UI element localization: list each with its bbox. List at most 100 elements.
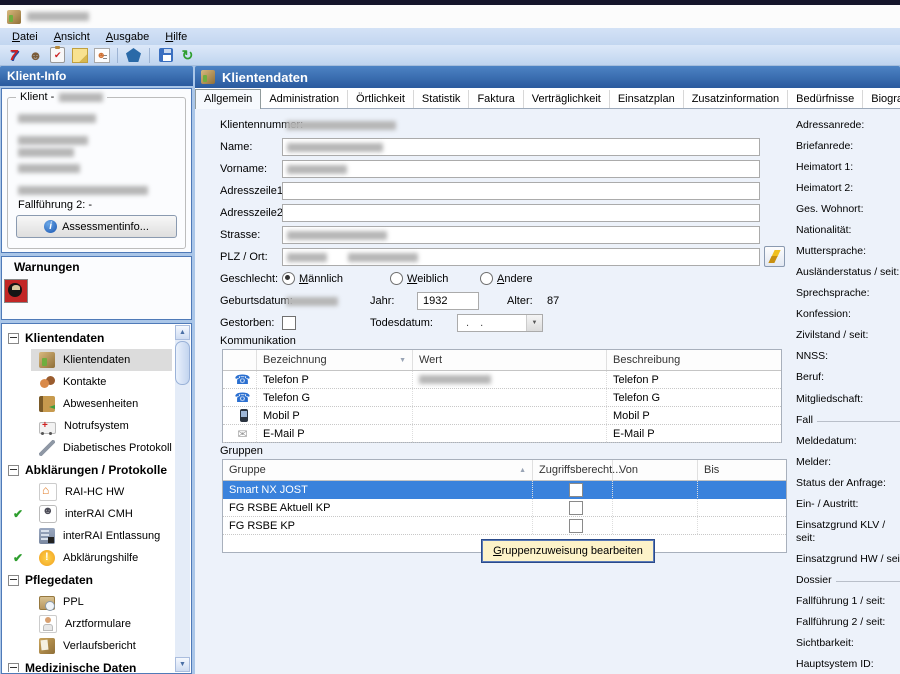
menu-datei[interactable]: Datei (4, 30, 46, 44)
collapse-icon[interactable] (8, 333, 19, 344)
tree-item-arztformulare[interactable]: Arztformulare (3, 613, 174, 635)
tree-item-abwesenheiten[interactable]: Abwesenheiten (3, 393, 174, 415)
app-logo-icon[interactable]: 7 (5, 47, 22, 64)
scrollbar-thumb[interactable] (175, 341, 190, 385)
radio-weiblich[interactable] (390, 272, 403, 285)
tab-oertlichkeit[interactable]: Örtlichkeit (348, 90, 414, 108)
vorname-field[interactable] (282, 160, 760, 178)
klient-info-header: Klient-Info (0, 66, 193, 86)
tree-item-verlaufsbericht[interactable]: Verlaufsbericht (3, 635, 174, 657)
tree-item-abklaerungshilfe[interactable]: ✔ Abklärungshilfe (3, 547, 174, 569)
navigation-tree-box: Klientendaten Klientendaten Kontakte Abw… (1, 323, 192, 674)
table-row[interactable]: Mobil P Mobil P (223, 407, 781, 425)
tab-vertraeglichkeit[interactable]: Verträglichkeit (524, 90, 610, 108)
client-icon[interactable] (27, 47, 44, 64)
tree-item-ppl[interactable]: PPL (3, 591, 174, 613)
table-row-selected[interactable]: Smart NX JOST (223, 481, 786, 499)
collapse-icon[interactable] (8, 663, 19, 673)
radio-andere-label[interactable]: Andere (497, 273, 532, 285)
table-row[interactable]: FG RSBE Aktuell KP (223, 499, 786, 517)
tab-zusatzinformation[interactable]: Zusatzinformation (684, 90, 788, 108)
zugriff-checkbox[interactable] (569, 501, 583, 515)
tree-group-klientendaten[interactable]: Klientendaten (3, 327, 174, 349)
zugriff-checkbox[interactable] (569, 519, 583, 533)
protocol-check-icon[interactable] (49, 47, 66, 64)
adresszeile2-field[interactable] (282, 204, 760, 222)
assessmentinfo-button[interactable]: Assessmentinfo... (16, 215, 177, 238)
sort-desc-icon: ▼ (399, 357, 406, 364)
tree-group-abklaerungen[interactable]: Abklärungen / Protokolle (3, 459, 174, 481)
contact-card-icon[interactable] (93, 47, 110, 64)
radio-maennlich-label[interactable]: Männlich (299, 273, 343, 285)
refresh-icon[interactable] (179, 47, 196, 64)
adresszeile2-label: Adresszeile2: (220, 207, 286, 219)
note-icon[interactable] (71, 47, 88, 64)
address-verify-button[interactable] (764, 246, 785, 267)
tree-item-interrai-cmh[interactable]: ✔ interRAI CMH (3, 503, 174, 525)
scroll-down-icon[interactable]: ▼ (175, 657, 190, 672)
gruppe-header[interactable]: Gruppe▲ (223, 460, 533, 480)
zugriffsberechtigt-header[interactable]: Zugriffsberecht... (533, 460, 613, 480)
gruppenzuweisung-bearbeiten-button[interactable]: Gruppenzuweisung bearbeiten (482, 540, 654, 562)
nationalitaet-label: Nationalität: (796, 224, 900, 237)
tab-biografie[interactable]: Biografie (863, 90, 900, 108)
contacts-icon (39, 374, 55, 390)
adresszeile1-field[interactable] (282, 182, 760, 200)
warning-badge-icon[interactable] (4, 279, 28, 303)
strasse-field[interactable] (282, 226, 760, 244)
table-row[interactable]: FG RSBE KP (223, 517, 786, 535)
menu-hilfe[interactable]: Hilfe (157, 30, 195, 44)
table-row[interactable]: ☎ Telefon G Telefon G (223, 389, 781, 407)
beschreibung-header[interactable]: Beschreibung (607, 350, 781, 370)
bezeichnung-header[interactable]: Bezeichnung▼ (257, 350, 413, 370)
scroll-up-icon[interactable]: ▲ (175, 325, 190, 340)
tree-item-kontakte[interactable]: Kontakte (3, 371, 174, 393)
tree-group-medizinische-daten[interactable]: Medizinische Daten (3, 657, 174, 672)
pentagon-icon[interactable] (125, 47, 142, 64)
gruppen-table: Gruppe▲ Zugriffsberecht... Von Bis Smart… (222, 459, 787, 553)
wert-header[interactable]: Wert (413, 350, 607, 370)
tree-scrollbar[interactable]: ▲ ▼ (175, 325, 190, 672)
phone-icon: ☎ (234, 391, 250, 404)
name-field[interactable] (282, 138, 760, 156)
strasse-label: Strasse: (220, 229, 260, 241)
menu-ansicht[interactable]: Ansicht (46, 30, 98, 44)
tab-einsatzplan[interactable]: Einsatzplan (610, 90, 684, 108)
hauptsystem-id-label: Hauptsystem ID: (796, 658, 900, 671)
icon-column-header[interactable] (223, 350, 257, 370)
tab-faktura[interactable]: Faktura (469, 90, 523, 108)
geburtsdatum-label: Geburtsdatum: (220, 295, 293, 307)
tree-group-pflegedaten[interactable]: Pflegedaten (3, 569, 174, 591)
left-panel: Klient-Info Klient - Fallführung 2: - As… (0, 66, 193, 674)
gestorben-checkbox[interactable] (282, 316, 296, 330)
redacted-client-address (18, 136, 88, 145)
tree-item-rai-hc-hw[interactable]: RAI-HC HW (3, 481, 174, 503)
collapse-icon[interactable] (8, 575, 19, 586)
radio-andere[interactable] (480, 272, 493, 285)
radio-maennlich[interactable] (282, 272, 295, 285)
radio-weiblich-label[interactable]: Weiblich (407, 273, 448, 285)
collapse-icon[interactable] (8, 465, 19, 476)
zugriff-checkbox[interactable] (569, 483, 583, 497)
bis-header[interactable]: Bis (698, 460, 786, 480)
tab-statistik[interactable]: Statistik (414, 90, 470, 108)
tab-administration[interactable]: Administration (261, 90, 348, 108)
toolbar-separator (117, 48, 118, 63)
menu-ausgabe[interactable]: Ausgabe (98, 30, 157, 44)
tree-item-diabetisches-protokoll[interactable]: Diabetisches Protokoll (3, 437, 174, 459)
right-label-column: Adressanrede: Briefanrede: Heimatort 1: … (796, 119, 900, 674)
table-row[interactable]: ✉ E-Mail P E-Mail P (223, 425, 781, 443)
tree-item-klientendaten[interactable]: Klientendaten (3, 349, 174, 371)
tree-item-interrai-entlassung[interactable]: interRAI Entlassung (3, 525, 174, 547)
melder-label: Melder: (796, 456, 900, 469)
tab-allgemein[interactable]: Allgemein (195, 89, 261, 109)
kommunikation-table: Bezeichnung▼ Wert Beschreibung ☎ Telefon… (222, 349, 782, 443)
todesdatum-dropdown[interactable]: . . (457, 314, 543, 332)
save-icon[interactable] (157, 47, 174, 64)
jahr-field[interactable] (417, 292, 479, 310)
tree-item-notrufsystem[interactable]: Notrufsystem (3, 415, 174, 437)
plz-ort-field[interactable] (282, 248, 760, 266)
von-header[interactable]: Von (613, 460, 698, 480)
table-row[interactable]: ☎ Telefon P Telefon P (223, 371, 781, 389)
tab-beduerfnisse[interactable]: Bedürfnisse (788, 90, 863, 108)
